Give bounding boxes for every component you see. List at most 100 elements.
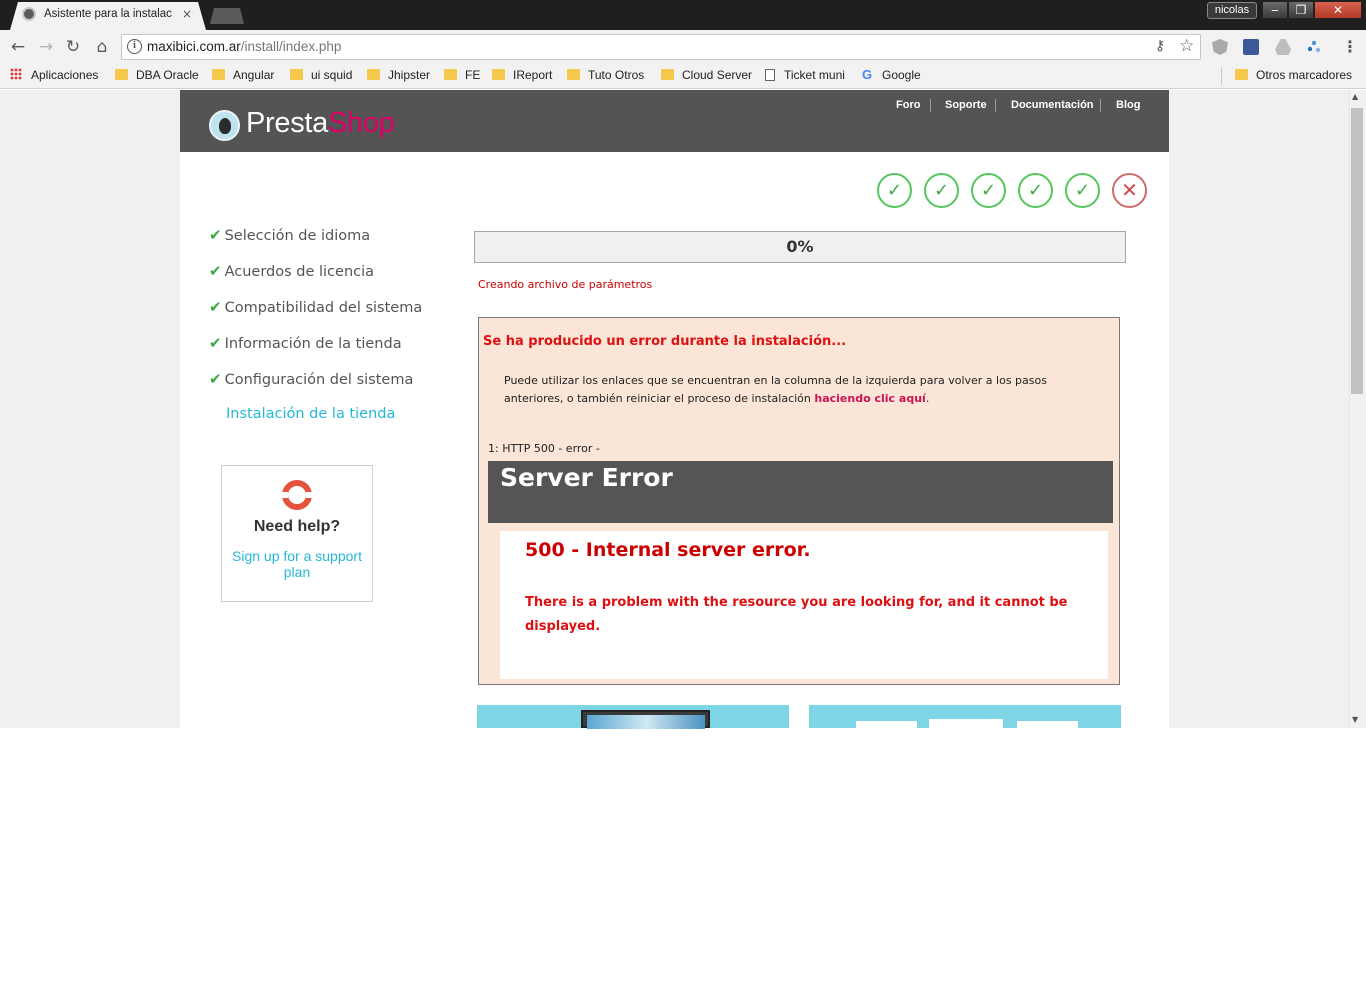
bookmark-folder[interactable]: IReport [492, 68, 552, 86]
window-minimize-button[interactable]: ‒ [1262, 1, 1288, 19]
bookmark-page[interactable]: Ticket muni [765, 68, 845, 86]
bookmark-label: DBA Oracle [136, 68, 199, 82]
url-path: /install/index.php [240, 39, 342, 54]
promo-laptop-image [581, 710, 710, 729]
profile-button[interactable]: nicolas [1207, 2, 1257, 19]
folder-icon [567, 69, 580, 80]
back-arrow-icon[interactable]: ← [8, 37, 28, 57]
forward-arrow-icon[interactable]: → [36, 37, 56, 57]
bookmark-folder[interactable]: Angular [212, 68, 274, 86]
check-icon: ✔ [209, 226, 222, 244]
nav-link-foro[interactable]: Foro [896, 99, 920, 111]
page-icon [765, 69, 775, 81]
lifebuoy-icon [282, 480, 312, 510]
bookmark-label: FE [465, 68, 481, 82]
restart-install-link[interactable]: haciendo clic aquí [814, 392, 925, 405]
scroll-up-arrow-icon[interactable]: ▲ [1352, 92, 1358, 101]
sidebar-step-label: Compatibilidad del sistema [224, 300, 423, 316]
bookmark-label: IReport [513, 68, 553, 82]
nav-link-documentacion[interactable]: Documentación [1011, 99, 1094, 111]
step-indicator-done-icon: ✓ [1018, 173, 1053, 208]
sidebar-step-configuracion[interactable]: ✔ Configuración del sistema [209, 370, 413, 388]
bookmark-folder[interactable]: DBA Oracle [115, 68, 199, 86]
promo-card-image [856, 721, 917, 728]
error-title: Se ha producido un error durante la inst… [483, 334, 847, 349]
chrome-menu-icon[interactable]: ⋮ [1342, 37, 1358, 56]
bookmark-label: Google [882, 68, 921, 82]
reload-icon[interactable]: ↻ [63, 37, 83, 57]
folder-icon [212, 69, 225, 80]
download-extension-icon[interactable] [1243, 39, 1259, 55]
extension-dots-icon[interactable] [1306, 39, 1322, 55]
prestashop-puffin-logo-icon[interactable] [209, 110, 240, 141]
error-description-text: Puede utilizar los enlaces que se encuen… [504, 374, 1047, 405]
bookmark-folder[interactable]: Cloud Server [661, 68, 752, 86]
site-info-icon[interactable]: i [127, 39, 142, 54]
nav-divider [1100, 99, 1101, 112]
tab-close-icon[interactable]: × [182, 7, 192, 21]
promo-card-image [1017, 721, 1078, 728]
server-error-message: There is a problem with the resource you… [525, 595, 1068, 634]
support-plan-link[interactable]: Sign up for a support plan [221, 548, 373, 580]
bookmark-label: Aplicaciones [31, 68, 99, 82]
sidebar-step-instalacion: Instalación de la tienda [226, 406, 396, 422]
url-host: maxibici.com.ar [147, 39, 241, 54]
check-icon: ✔ [209, 298, 222, 316]
error-description-suffix: . [925, 392, 930, 405]
bookmark-folder[interactable]: FE [444, 68, 480, 86]
bookmarks-divider [1221, 68, 1222, 85]
logo-text-shop: Shop [328, 107, 395, 139]
sidebar-step-idioma[interactable]: ✔ Selección de idioma [209, 226, 370, 244]
prestashop-logo[interactable]: PrestaShop [246, 107, 395, 140]
nav-link-blog[interactable]: Blog [1116, 99, 1140, 111]
apps-grid-icon [10, 68, 22, 80]
sidebar-step-licencia[interactable]: ✔ Acuerdos de licencia [209, 262, 374, 280]
folder-icon [661, 69, 674, 80]
window-close-button[interactable]: ✕ [1314, 1, 1362, 19]
window-maximize-button[interactable]: ❐ [1288, 1, 1314, 19]
step-indicator-done-icon: ✓ [924, 173, 959, 208]
logo-text-presta: Presta [246, 107, 329, 139]
promo-card-image [929, 719, 1003, 728]
scroll-down-arrow-icon[interactable]: ▼ [1352, 715, 1358, 724]
sidebar-step-label: Configuración del sistema [224, 372, 414, 388]
scrollbar-thumb[interactable] [1351, 108, 1363, 394]
progress-percent: 0% [786, 237, 814, 256]
check-icon: ✔ [209, 334, 222, 352]
bookmark-label: Ticket muni [784, 68, 845, 82]
sidebar-step-compatibilidad[interactable]: ✔ Compatibilidad del sistema [209, 298, 422, 316]
nav-divider [995, 99, 996, 112]
bookmark-folder[interactable]: ui squid [290, 68, 352, 86]
folder-icon [367, 69, 380, 80]
google-icon: G [862, 67, 873, 82]
sidebar-step-tienda-info[interactable]: ✔ Información de la tienda [209, 334, 402, 352]
tab-title: Asistente para la instalac [44, 8, 172, 20]
folder-icon [492, 69, 505, 80]
step-indicator-error-icon: ✕ [1112, 173, 1147, 208]
home-icon[interactable]: ⌂ [92, 37, 112, 57]
error-code-line: 1: HTTP 500 - error - [488, 442, 600, 455]
bookmark-label: ui squid [311, 68, 353, 82]
help-title: Need help? [253, 518, 341, 535]
bookmark-folder[interactable]: Tuto Otros [567, 68, 644, 86]
url-text[interactable]: maxibici.com.ar/install/index.php [147, 39, 341, 54]
server-error-code: 500 - Internal server error. [525, 539, 811, 561]
step-indicator-done-icon: ✓ [1065, 173, 1100, 208]
sidebar-step-label: Acuerdos de licencia [224, 264, 375, 280]
sidebar-step-label: Información de la tienda [224, 336, 402, 352]
nav-link-soporte[interactable]: Soporte [945, 99, 987, 111]
bookmark-star-icon[interactable]: ☆ [1179, 36, 1194, 56]
bookmark-other-folder[interactable]: Otros marcadores [1235, 68, 1352, 86]
bookmark-label: Otros marcadores [1256, 68, 1353, 82]
error-description: Puede utilizar los enlaces que se encuen… [504, 372, 1104, 408]
bookmark-label: Jhipster [388, 68, 431, 82]
bookmark-apps[interactable]: Aplicaciones [10, 68, 98, 86]
bookmark-page[interactable]: G Google [862, 68, 921, 86]
browser-titlebar [0, 0, 1366, 30]
key-icon[interactable]: ⚷ [1155, 38, 1165, 54]
new-tab-button[interactable] [210, 8, 244, 24]
bookmark-label: Angular [233, 68, 275, 82]
bookmark-label: Cloud Server [682, 68, 753, 82]
progress-status: Creando archivo de parámetros [478, 278, 653, 291]
bookmark-folder[interactable]: Jhipster [367, 68, 430, 86]
